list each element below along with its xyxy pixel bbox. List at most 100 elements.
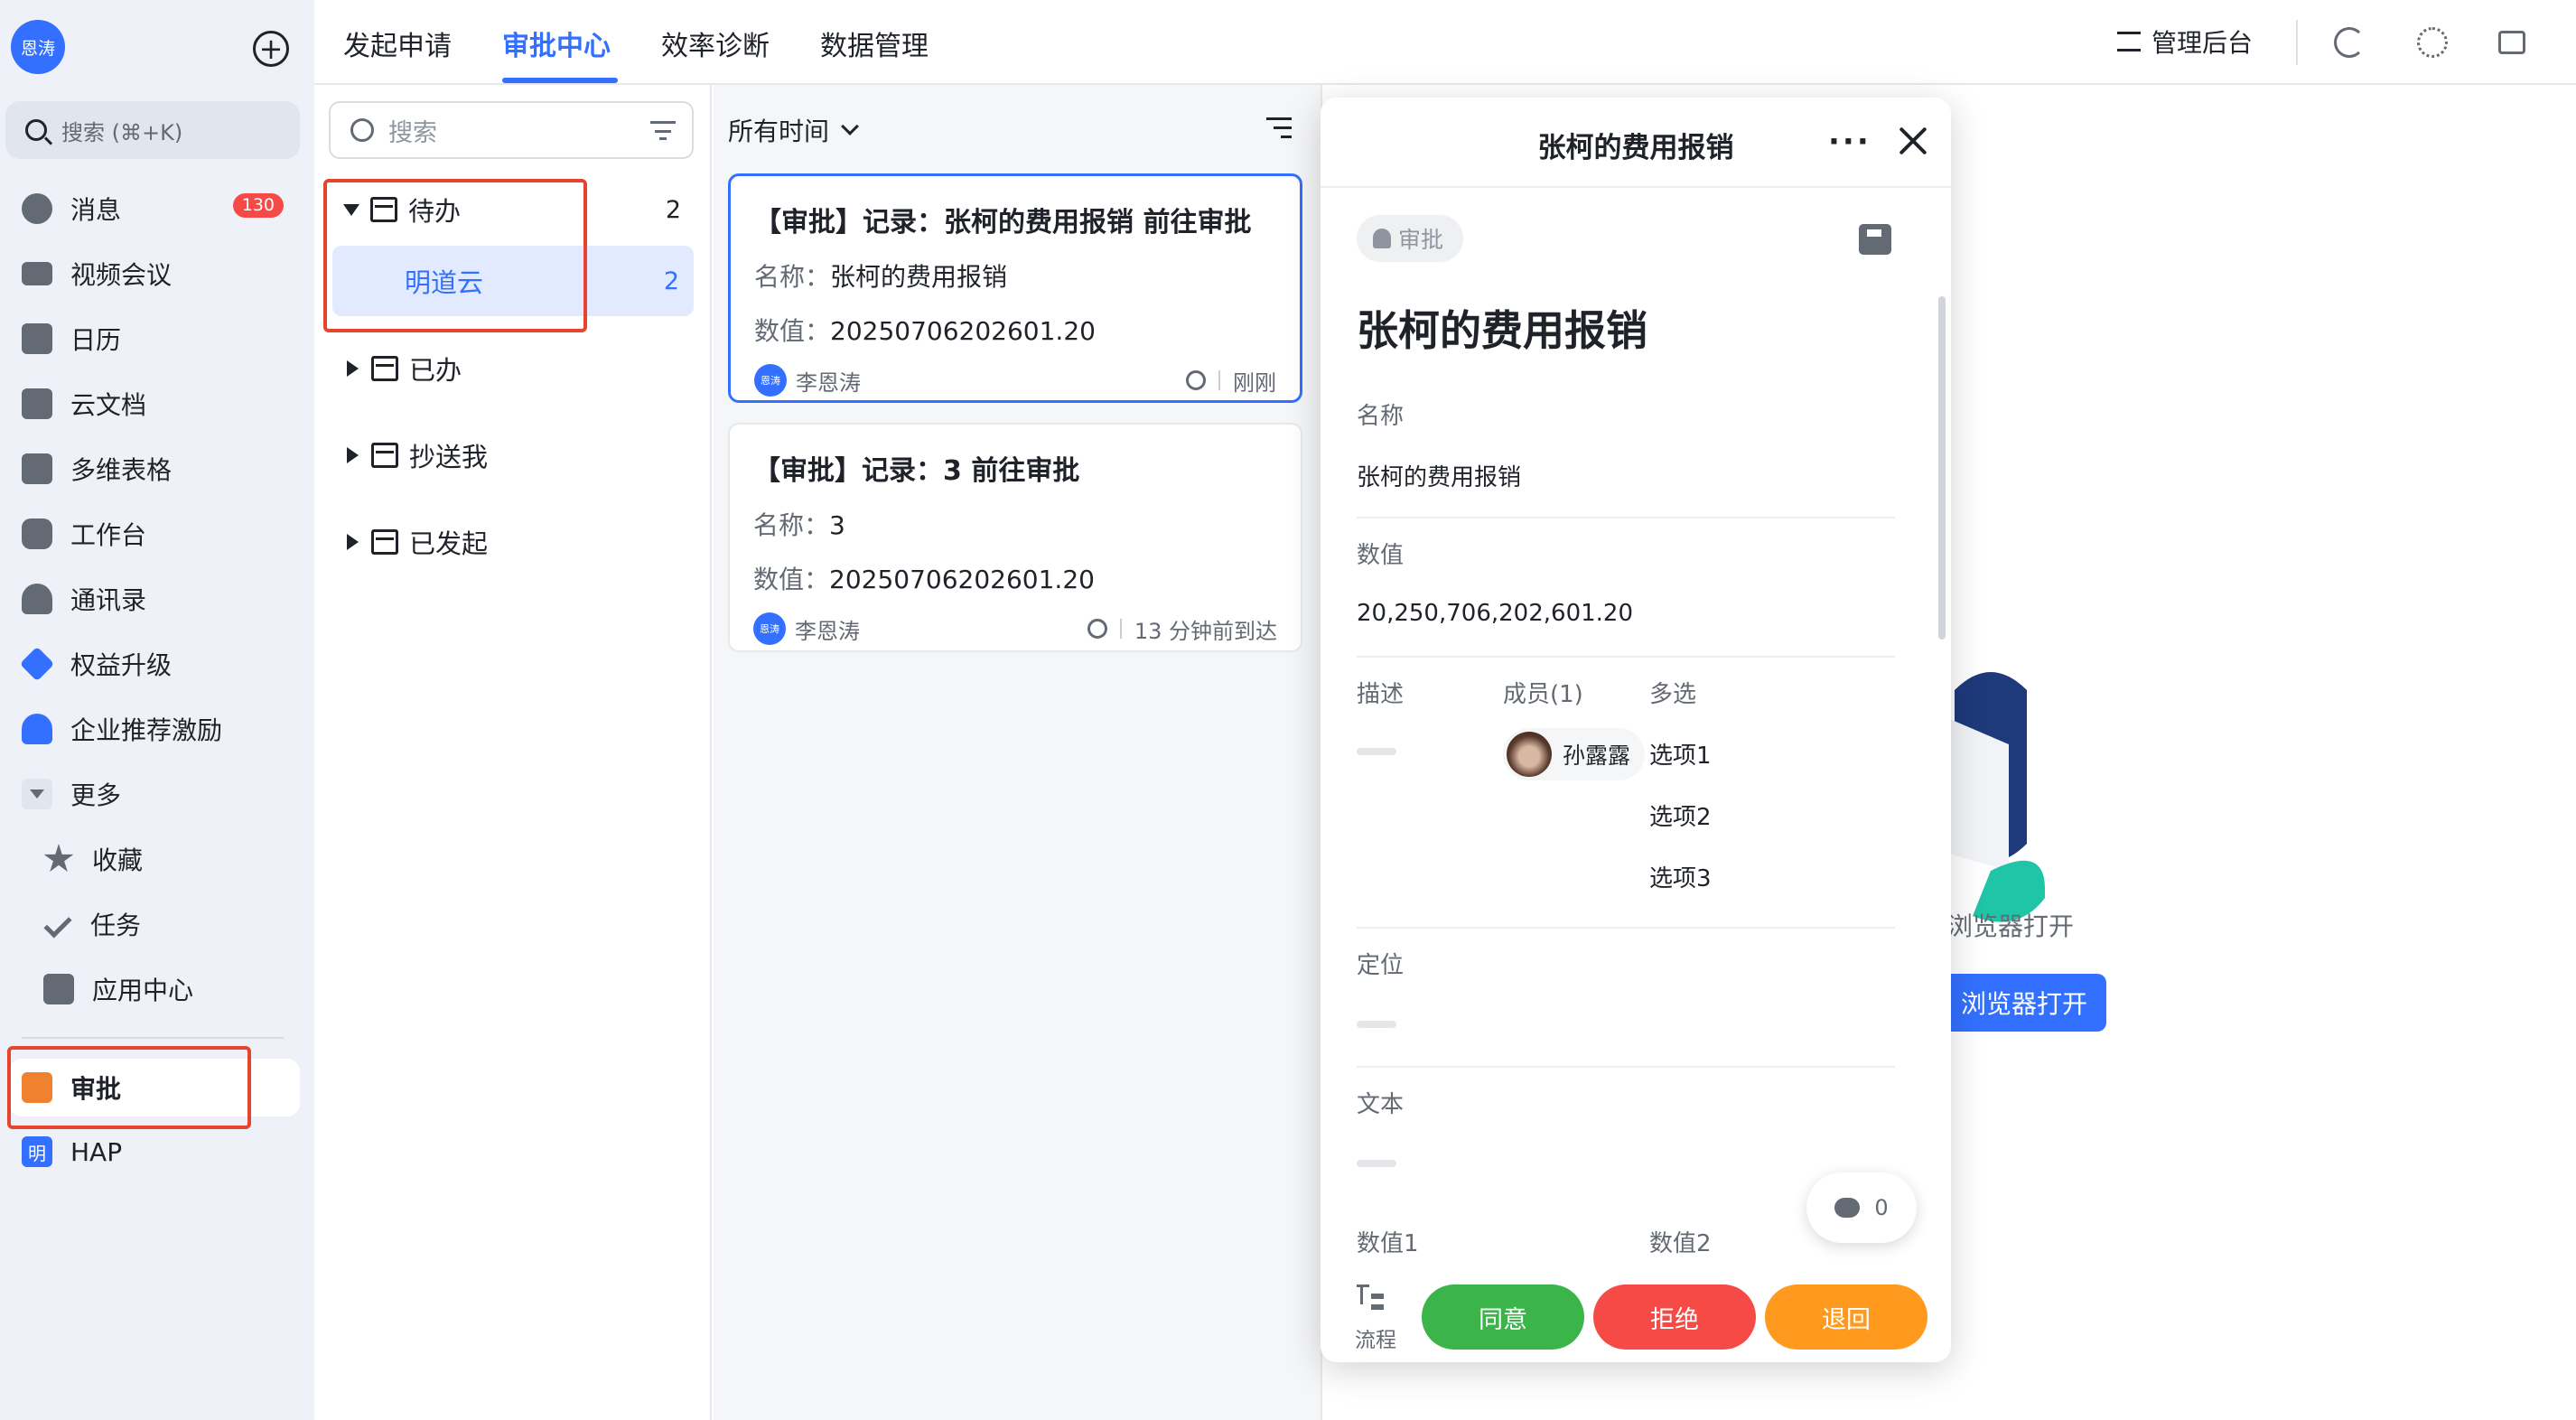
sidebar-item-favorites[interactable]: 收藏 <box>0 831 314 887</box>
sort-icon[interactable] <box>1266 116 1293 139</box>
top-nav-bar: 发起申请 审批中心 效率诊断 数据管理 管理后台 <box>314 0 2576 85</box>
sidebar-item-calendar[interactable]: 日历 <box>0 311 314 367</box>
sidebar-item-label: 多维表格 <box>70 455 173 485</box>
approve-button[interactable]: 同意 <box>1422 1285 1584 1350</box>
caret-right-icon <box>347 534 359 550</box>
user-avatar[interactable]: 恩涛 <box>11 20 65 74</box>
sidebar-item-more[interactable]: 更多 <box>0 766 314 822</box>
tree-label: 已办 <box>409 355 462 386</box>
open-window-icon[interactable] <box>2498 31 2525 54</box>
sidebar: 恩涛 + 搜索 (⌘+K) 消息 130 视频会议 日历 云文档 多维表格 工作… <box>0 0 314 1420</box>
flow-icon[interactable] <box>1357 1285 1386 1312</box>
add-icon[interactable]: + <box>253 31 289 67</box>
field-divider <box>1357 656 1895 658</box>
diamond-icon <box>19 646 55 682</box>
sidebar-item-referral[interactable]: 企业推荐激励 <box>0 701 314 757</box>
card-name-line: 名称：3 <box>753 506 1277 542</box>
card-footer: 恩涛 李恩涛 刚刚 <box>754 364 1276 397</box>
topbar-separator <box>2296 20 2298 65</box>
return-button[interactable]: 退回 <box>1765 1285 1927 1350</box>
caret-right-icon <box>347 447 359 463</box>
highlight-box-todo <box>323 179 587 332</box>
field-divider <box>1357 517 1895 518</box>
sidebar-item-label: 消息 <box>70 195 122 225</box>
compass-icon <box>1186 370 1206 390</box>
tree-count: 2 <box>665 195 681 224</box>
tree-label: 抄送我 <box>409 442 489 472</box>
tab-data-management[interactable]: 数据管理 <box>820 23 929 63</box>
reject-button[interactable]: 拒绝 <box>1593 1285 1756 1350</box>
card-number-label: 数值： <box>753 565 830 594</box>
sidebar-item-messages[interactable]: 消息 130 <box>0 181 314 237</box>
sidebar-item-tasks[interactable]: 任务 <box>0 896 314 952</box>
card-number-line: 数值：20250706202601.20 <box>753 560 1277 596</box>
multiselect-option: 选项1 <box>1649 743 1712 770</box>
approval-card[interactable]: 【审批】记录：3 前往审批 名称：3 数值：20250706202601.20 … <box>728 423 1302 652</box>
approval-card[interactable]: 【审批】记录：张柯的费用报销 前往审批 名称：张柯的费用报销 数值：202507… <box>728 173 1302 403</box>
person-icon <box>1373 229 1391 248</box>
sidebar-item-video[interactable]: 视频会议 <box>0 246 314 302</box>
sidebar-item-base[interactable]: 多维表格 <box>0 441 314 497</box>
sidebar-item-label: 云文档 <box>70 390 147 420</box>
checkmark-icon <box>43 910 72 939</box>
approval-tag: 审批 <box>1357 215 1464 262</box>
time-filter-label: 所有时间 <box>728 117 830 146</box>
field-label-number1: 数值1 <box>1357 1230 1419 1257</box>
tab-approval-center[interactable]: 审批中心 <box>502 23 611 63</box>
sidebar-item-upgrade[interactable]: 权益升级 <box>0 636 314 692</box>
time-filter-dropdown[interactable]: 所有时间 <box>728 112 859 148</box>
tab-initiate[interactable]: 发起申请 <box>343 23 452 63</box>
field-label-location: 定位 <box>1357 952 1405 979</box>
chevron-down-icon <box>841 117 859 135</box>
comment-count: 0 <box>1874 1195 1889 1220</box>
unread-badge: 130 <box>232 193 284 218</box>
hap-app-icon: 明 <box>22 1136 52 1167</box>
sidebar-divider <box>22 1037 284 1039</box>
search-icon <box>25 119 47 141</box>
global-search-placeholder: 搜索 (⌘+K) <box>61 119 183 145</box>
panel-scrollbar[interactable] <box>1938 296 1946 640</box>
more-options-icon[interactable]: ··· <box>1828 126 1871 156</box>
document-icon <box>22 388 52 419</box>
browser-open-hint: 浏览器打开 <box>1947 911 2075 941</box>
card-name-value: 3 <box>829 510 845 540</box>
refresh-icon[interactable] <box>2334 27 2365 58</box>
admin-console-button[interactable]: 管理后台 <box>2117 23 2253 60</box>
footer-separator <box>1119 619 1122 639</box>
filter-search-input[interactable]: 搜索 <box>329 101 694 159</box>
member-chip[interactable]: 孙露露 <box>1503 728 1646 780</box>
close-icon[interactable] <box>1895 123 1931 159</box>
sidebar-item-label: HAP <box>70 1136 123 1167</box>
field-label-number: 数值 <box>1357 542 1405 569</box>
tree-initiated[interactable]: 已发起 <box>314 506 712 578</box>
video-camera-icon <box>22 262 52 285</box>
filter-icon[interactable] <box>650 121 676 141</box>
empty-value-placeholder <box>1357 1021 1396 1028</box>
sidebar-item-app-center[interactable]: 应用中心 <box>0 961 314 1017</box>
contacts-icon <box>22 584 52 614</box>
card-footer: 恩涛 李恩涛 13 分钟前到达 <box>753 612 1277 645</box>
global-search-input[interactable]: 搜索 (⌘+K) <box>5 101 300 159</box>
approval-tag-label: 审批 <box>1398 227 1444 253</box>
sidebar-item-workplace[interactable]: 工作台 <box>0 506 314 562</box>
referral-icon <box>22 714 52 744</box>
tree-cc-me[interactable]: 抄送我 <box>314 419 712 491</box>
card-time: 刚刚 <box>1233 369 1276 396</box>
comment-button[interactable]: 0 <box>1806 1172 1917 1243</box>
sidebar-item-docs[interactable]: 云文档 <box>0 376 314 432</box>
highlight-box-approval <box>7 1046 251 1129</box>
flow-label[interactable]: 流程 <box>1355 1322 1396 1353</box>
search-icon <box>350 118 374 142</box>
tree-done[interactable]: 已办 <box>314 332 712 405</box>
cc-document-icon <box>371 443 398 468</box>
open-in-browser-button[interactable]: 浏览器打开 <box>1942 974 2106 1032</box>
sidebar-item-label: 权益升级 <box>70 650 173 680</box>
save-icon[interactable] <box>1859 224 1891 255</box>
tab-efficiency[interactable]: 效率诊断 <box>661 23 770 63</box>
field-label-number2: 数值2 <box>1649 1230 1712 1257</box>
card-name-label: 名称： <box>754 262 831 292</box>
sidebar-item-hap[interactable]: 明 HAP <box>0 1124 314 1180</box>
sidebar-item-contacts[interactable]: 通讯录 <box>0 571 314 627</box>
gear-icon[interactable] <box>2417 27 2448 58</box>
card-title: 【审批】记录：张柯的费用报销 前往审批 <box>754 207 1252 238</box>
